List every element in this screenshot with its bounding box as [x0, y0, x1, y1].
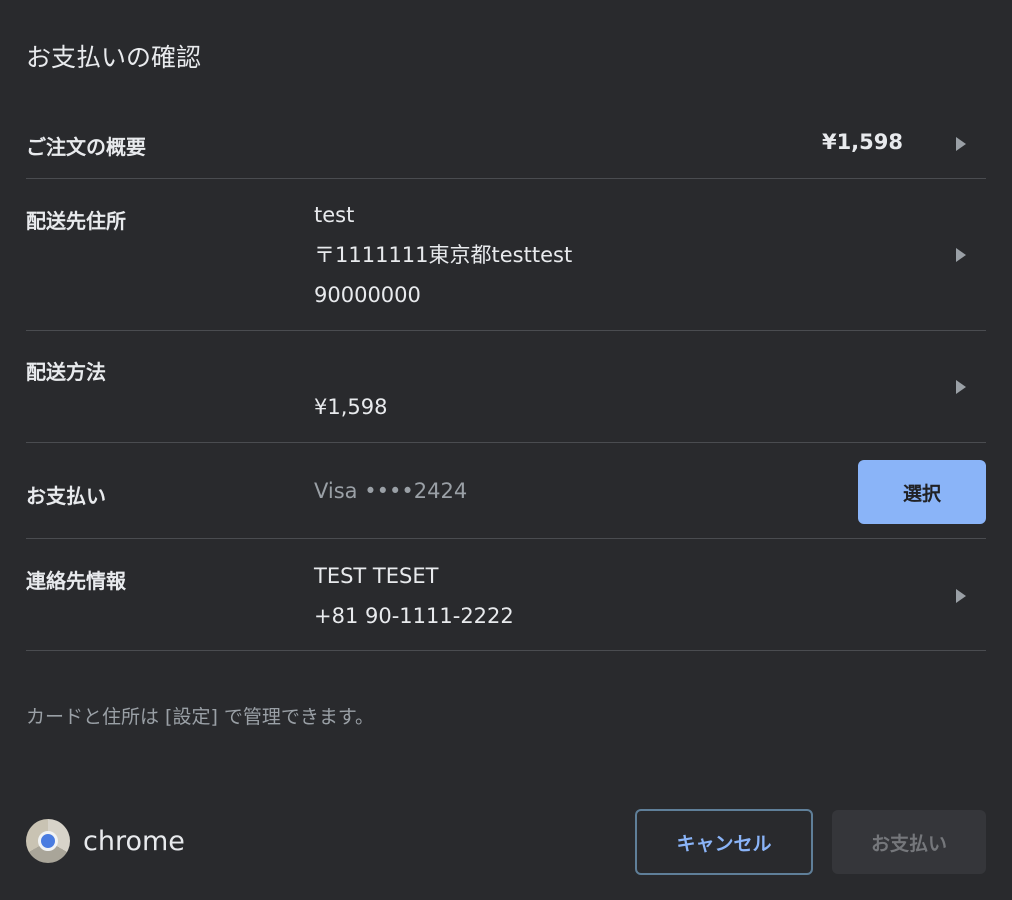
shipping-method-label: 配送方法	[26, 360, 106, 384]
shipping-method-price: ¥1,598	[314, 395, 388, 419]
settings-footnote: カードと住所は [設定] で管理できます。	[26, 702, 374, 729]
cancel-button[interactable]: キャンセル	[635, 809, 813, 875]
contact-name: TEST TESET	[314, 564, 439, 588]
dialog-title: お支払いの確認	[26, 43, 202, 72]
order-summary-row[interactable]: ご注文の概要 ¥1,598	[26, 110, 986, 179]
chevron-right-icon[interactable]	[956, 248, 966, 262]
footnote-text-before: カードと住所は	[26, 706, 166, 728]
contact-info-label: 連絡先情報	[26, 569, 126, 593]
order-summary-label: ご注文の概要	[26, 135, 146, 159]
chevron-right-icon[interactable]	[956, 380, 966, 394]
chrome-logo-icon	[26, 819, 70, 863]
order-total: ¥1,598	[821, 130, 903, 154]
shipping-address-value: test 〒1111111東京都testtest 90000000	[314, 195, 572, 315]
payment-label: お支払い	[26, 484, 106, 508]
shipping-address-row[interactable]: 配送先住所 test 〒1111111東京都testtest 90000000	[26, 179, 986, 331]
select-payment-button[interactable]: 選択	[858, 460, 986, 524]
chevron-right-icon[interactable]	[956, 589, 966, 603]
settings-link[interactable]: [設定]	[165, 706, 218, 728]
shipping-address-label: 配送先住所	[26, 209, 126, 233]
shipping-method-row[interactable]: 配送方法 ¥1,598	[26, 331, 986, 443]
brand: chrome	[26, 819, 185, 863]
shipping-method-value: ¥1,598	[314, 387, 387, 427]
contact-phone: +81 90-1111-2222	[314, 604, 514, 628]
contact-info-row[interactable]: 連絡先情報 TEST TESET +81 90-1111-2222	[26, 539, 986, 651]
chevron-right-icon[interactable]	[956, 137, 966, 151]
address-line-name: test	[314, 203, 355, 227]
contact-info-value: TEST TESET +81 90-1111-2222	[314, 556, 514, 636]
payment-row: お支払い Visa ••••2424 選択	[26, 443, 986, 539]
pay-button[interactable]: お支払い	[832, 810, 986, 874]
payment-method-value: Visa ••••2424	[314, 479, 468, 503]
footnote-text-after: で管理できます。	[217, 706, 375, 728]
address-line-postal: 〒1111111東京都testtest	[314, 243, 573, 267]
address-line-phone: 90000000	[314, 283, 421, 307]
brand-name: chrome	[83, 825, 185, 857]
